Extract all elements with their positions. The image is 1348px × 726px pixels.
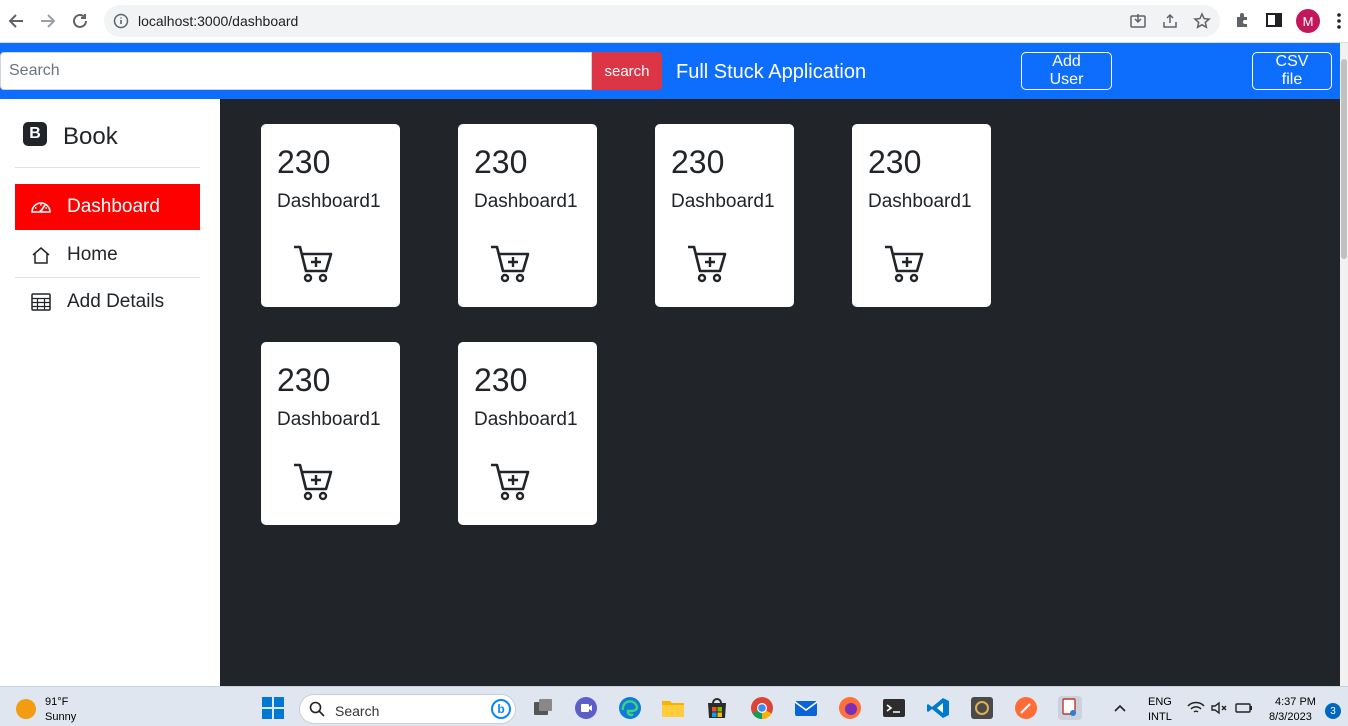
sidebar-item-label: Home [67,244,118,265]
stat-label: Dashboard1 [277,191,381,212]
more-menu-icon[interactable] [1330,10,1348,32]
windows-start-icon[interactable] [261,696,285,720]
sidebar: B Book Dashboard Home Add Details [0,99,220,686]
divider [15,277,200,278]
stat-value: 230 [671,144,725,180]
app-brand[interactable]: Full Stuck Application [676,61,866,84]
cart-plus-icon [491,245,530,283]
back-icon[interactable] [4,9,28,33]
cart-plus-icon [294,245,333,283]
sidebar-brand[interactable]: Book [63,123,118,151]
dashboard-main: 230 Dashboard1 230 Dashboard1 230 Dashbo… [220,99,1340,686]
stat-value: 230 [277,144,331,180]
chevron-up-icon[interactable] [1112,696,1128,720]
search-icon [309,701,325,717]
os-taskbar: 91°F Sunny Search b ENG INTL 4:37 PM 8/3… [0,686,1348,726]
task-view-icon[interactable] [531,696,555,720]
firefox-icon[interactable] [838,696,862,720]
table-icon [30,291,52,313]
add-user-button[interactable]: Add User [1021,52,1112,90]
reload-icon[interactable] [68,9,92,33]
weather-description[interactable]: Sunny [45,711,76,723]
sun-icon[interactable] [16,699,36,719]
search-button[interactable]: search [592,52,662,90]
language-indicator[interactable]: ENG [1148,696,1172,708]
cart-plus-icon [688,245,727,283]
battery-icon[interactable] [1234,696,1254,720]
chrome-icon[interactable] [750,696,774,720]
cart-plus-icon [885,245,924,283]
star-icon[interactable] [1193,12,1211,30]
stat-label: Dashboard1 [474,191,578,212]
stat-value: 230 [474,362,528,398]
taskbar-search-label: Search [335,703,380,719]
url-text: localhost:3000/dashboard [138,13,299,29]
profile-avatar[interactable]: M [1296,9,1320,33]
address-bar[interactable]: localhost:3000/dashboard [104,5,1220,37]
mail-icon[interactable] [794,696,818,720]
bootstrap-logo-icon[interactable]: B [23,122,47,146]
stat-card[interactable]: 230 Dashboard1 [261,124,400,307]
sidebar-item-dashboard[interactable]: Dashboard [15,184,200,230]
stat-card[interactable]: 230 Dashboard1 [458,342,597,525]
sidebar-item-label: Add Details [67,291,165,312]
edge-browser-icon[interactable] [618,696,642,720]
scrollbar-thumb[interactable] [1341,59,1347,259]
snipping-tool-icon[interactable] [1058,696,1082,720]
side-panel-icon[interactable] [1265,11,1283,29]
divider [15,167,200,168]
info-icon[interactable] [113,13,129,29]
stat-card[interactable]: 230 Dashboard1 [852,124,991,307]
notification-badge[interactable]: 3 [1325,703,1341,719]
keyboard-layout[interactable]: INTL [1148,711,1172,723]
sidebar-item-label: Dashboard [67,196,160,217]
sidebar-item-add-details[interactable]: Add Details [15,279,200,325]
file-explorer-icon[interactable] [661,696,685,720]
install-icon[interactable] [1129,12,1147,30]
stat-label: Dashboard1 [671,191,775,212]
stat-label: Dashboard1 [474,409,578,430]
stat-value: 230 [277,362,331,398]
clock-date[interactable]: 8/3/2023 [1269,711,1312,723]
stat-label: Dashboard1 [277,409,381,430]
postman-icon[interactable] [1014,696,1038,720]
browser-toolbar: localhost:3000/dashboard M [0,0,1348,43]
microsoft-store-icon[interactable] [705,696,729,720]
cart-plus-icon [294,463,333,501]
stat-card[interactable]: 230 Dashboard1 [261,342,400,525]
teams-chat-icon[interactable] [574,696,598,720]
vscode-icon[interactable] [926,696,950,720]
weather-temperature[interactable]: 91°F [45,696,68,708]
stat-card[interactable]: 230 Dashboard1 [655,124,794,307]
sidebar-item-home[interactable]: Home [15,232,200,278]
volume-muted-icon[interactable] [1210,696,1228,720]
app-navbar: search Full Stuck Application Add User C… [0,43,1348,99]
clock-time[interactable]: 4:37 PM [1275,696,1316,708]
speedometer-icon [30,196,52,218]
cart-plus-icon [491,463,530,501]
stat-value: 230 [868,144,922,180]
house-icon [30,244,52,266]
wifi-icon[interactable] [1187,696,1205,720]
forward-icon[interactable] [36,9,60,33]
search-input[interactable] [0,52,592,90]
bing-icon[interactable]: b [491,699,511,719]
stat-card[interactable]: 230 Dashboard1 [458,124,597,307]
page-scrollbar[interactable] [1340,43,1348,686]
csv-file-button[interactable]: CSV file [1252,52,1332,90]
extensions-icon[interactable] [1234,11,1252,29]
terminal-icon[interactable] [882,696,906,720]
app-icon[interactable] [970,696,994,720]
stat-value: 230 [474,144,528,180]
share-icon[interactable] [1161,12,1179,30]
taskbar-search[interactable]: Search b [299,694,516,724]
stat-label: Dashboard1 [868,191,972,212]
